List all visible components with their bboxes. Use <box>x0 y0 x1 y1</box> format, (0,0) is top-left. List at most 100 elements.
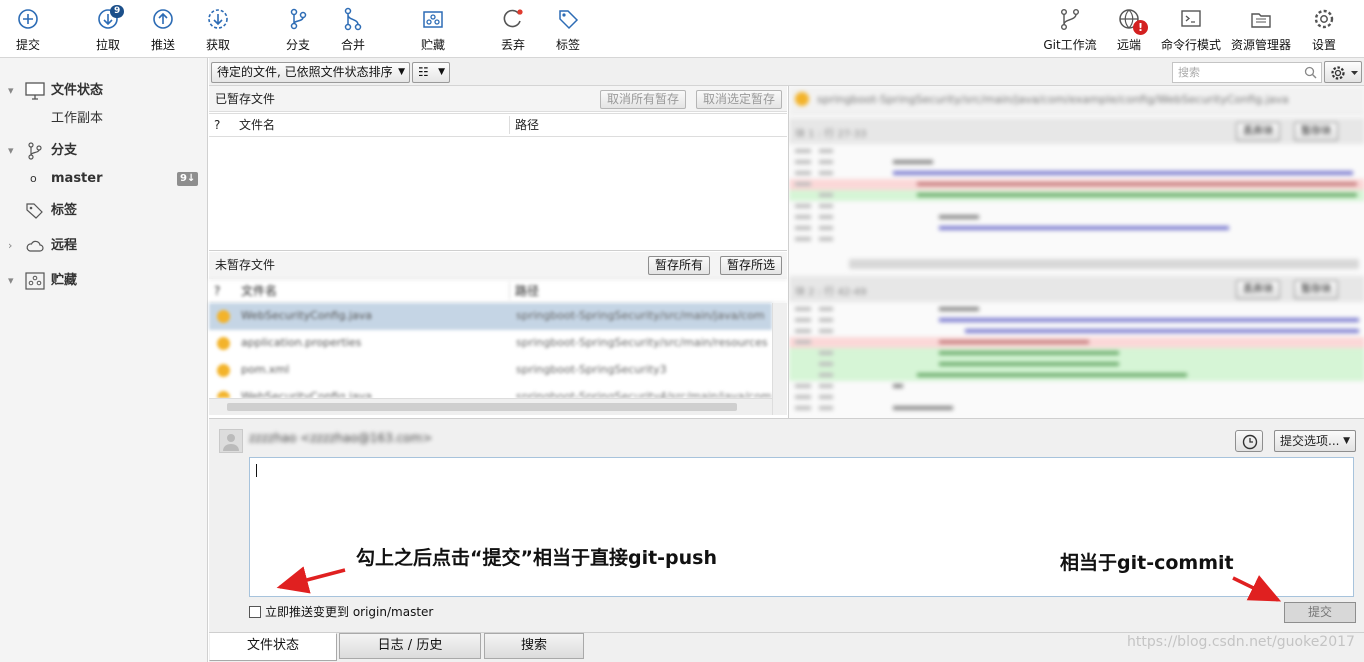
sidebar-item-stashes[interactable]: ▾ 贮藏 <box>0 268 207 294</box>
tag-icon <box>25 202 45 220</box>
git-flow-toolbar-button[interactable]: Git工作流 <box>1036 6 1104 53</box>
sidebar-item-tags[interactable]: 标签 <box>0 198 207 224</box>
sidebar-item-label: 标签 <box>51 203 78 218</box>
sidebar-item-label: 分支 <box>51 143 78 158</box>
pull-toolbar-label: 拉取 <box>95 38 120 52</box>
staged-files-list[interactable] <box>209 137 787 251</box>
col-flag[interactable]: ? <box>214 280 220 302</box>
folder-icon <box>1248 6 1274 32</box>
diff-file-path: springboot-SpringSecurity/src/main/java/… <box>817 93 1289 106</box>
column-divider[interactable] <box>509 116 510 134</box>
view-mode-select[interactable]: ☷ ▼ <box>412 62 450 83</box>
col-filename[interactable]: 文件名 <box>239 114 275 136</box>
stage-all-button[interactable]: 暂存所有 <box>648 256 711 275</box>
plus-circle-icon <box>15 6 41 32</box>
file-path: springboot-SpringSecurity3 <box>516 363 667 376</box>
fetch-arrow-icon <box>205 6 231 32</box>
remote-alert-badge: ! <box>1133 20 1148 35</box>
sourcetree-window: 提交 9 拉取 推送 获取 分支 合并 贮藏 丢弃 标签 Git工作流 ! 远端… <box>0 0 1364 662</box>
unstage-selected-button[interactable]: 取消选定暂存 <box>696 90 783 109</box>
scrollbar-thumb[interactable] <box>227 403 737 411</box>
sidebar-item-master[interactable]: o master 9↓ <box>0 166 207 192</box>
list-item[interactable]: pom.xml springboot-SpringSecurity3 <box>209 357 772 384</box>
explorer-toolbar-label: 资源管理器 <box>1230 38 1291 52</box>
branch-toolbar-button[interactable]: 分支 <box>270 6 326 53</box>
merge-toolbar-button[interactable]: 合并 <box>325 6 381 53</box>
discard-hunk-button[interactable]: 丢弃块 <box>1236 122 1280 141</box>
push-toolbar-button[interactable]: 推送 <box>135 6 191 53</box>
vertical-scrollbar[interactable] <box>772 303 787 415</box>
checkbox-box[interactable] <box>249 606 261 618</box>
stage-hunk-button[interactable]: 暂存块 <box>1294 280 1338 299</box>
commit-toolbar-button[interactable]: 提交 <box>0 6 56 53</box>
remote-toolbar-button[interactable]: ! 远端 <box>1101 6 1157 53</box>
history-button[interactable] <box>1235 430 1263 452</box>
search-input[interactable]: 搜索 <box>1172 62 1322 83</box>
explorer-toolbar-button[interactable]: 资源管理器 <box>1227 6 1295 53</box>
sidebar: ▾ 文件状态 工作副本 ▾ 分支 o master 9↓ 标签 › 远程 ▾ 贮… <box>0 58 208 662</box>
remote-toolbar-label: 远端 <box>1116 38 1141 52</box>
hunk-label: 块 1 : 行 27-33 <box>795 129 867 140</box>
sidebar-item-label: 工作副本 <box>51 111 104 126</box>
merge-toolbar-label: 合并 <box>340 38 365 52</box>
col-path[interactable]: 路径 <box>515 280 539 302</box>
commit-options-select[interactable]: 提交选项... ▼ <box>1274 430 1356 452</box>
push-immediately-checkbox[interactable]: 立即推送变更到 origin/master <box>249 605 433 619</box>
list-item[interactable]: WebSecurityConfig.java springboot-Spring… <box>209 303 772 330</box>
annotation-commit-note: 相当于git-commit <box>1060 552 1234 574</box>
file-name: pom.xml <box>241 363 290 376</box>
sidebar-item-branches[interactable]: ▾ 分支 <box>0 138 207 164</box>
sidebar-item-remotes[interactable]: › 远程 <box>0 233 207 259</box>
list-item[interactable]: application.properties springboot-Spring… <box>209 330 772 357</box>
staged-files-title: 已暂存文件 <box>215 92 276 106</box>
fetch-toolbar-button[interactable]: 获取 <box>190 6 246 53</box>
chevron-down-icon: ▼ <box>398 67 405 77</box>
chevron-right-icon: › <box>8 239 13 252</box>
chevron-down-icon: ▼ <box>1343 436 1350 446</box>
cloud-icon <box>25 237 45 255</box>
terminal-toolbar-button[interactable]: 命令行模式 <box>1157 6 1225 53</box>
options-gear-button[interactable] <box>1324 61 1362 83</box>
file-path: springboot-SpringSecurity/src/main/java/… <box>516 309 765 322</box>
discard-hunk-button[interactable]: 丢弃块 <box>1236 280 1280 299</box>
sort-select[interactable]: 待定的文件, 已依照文件状态排序 ▼ <box>211 62 410 83</box>
tab-file-status[interactable]: 文件状态 <box>209 633 337 661</box>
list-item[interactable]: WebSecurityConfig.java springboot-Spring… <box>209 384 772 398</box>
commit-message-input[interactable] <box>249 457 1354 597</box>
clock-icon <box>1242 434 1258 450</box>
file-path: springboot-SpringSecurity4/src/main/java… <box>516 390 772 398</box>
sidebar-item-label: 贮藏 <box>51 273 78 288</box>
stash-toolbar-button[interactable]: 贮藏 <box>405 6 461 53</box>
column-divider[interactable] <box>509 282 510 300</box>
annotation-push-note: 勾上之后点击“提交”相当于直接git-push <box>356 547 718 569</box>
tag-toolbar-button[interactable]: 标签 <box>540 6 596 53</box>
watermark: https://blog.csdn.net/guoke2017 <box>1127 634 1355 650</box>
file-name: WebSecurityConfig.java <box>241 309 372 322</box>
settings-toolbar-button[interactable]: 设置 <box>1296 6 1352 53</box>
commit-area: zzzzhao <zzzzhao@163.com> 提交选项... ▼ 立即推送… <box>209 418 1364 632</box>
push-immediately-label: 立即推送变更到 origin/master <box>265 605 434 619</box>
staged-files-header: 已暂存文件 取消所有暂存 取消选定暂存 <box>209 86 787 112</box>
col-filename[interactable]: 文件名 <box>241 280 277 302</box>
pull-toolbar-button[interactable]: 9 拉取 <box>80 5 136 53</box>
horizontal-scrollbar[interactable] <box>209 398 772 415</box>
discard-toolbar-button[interactable]: 丢弃 <box>485 6 541 53</box>
tab-search[interactable]: 搜索 <box>484 633 584 659</box>
commit-button[interactable]: 提交 <box>1284 602 1356 623</box>
hunk-label: 块 2 : 行 42-49 <box>795 287 867 298</box>
col-flag[interactable]: ? <box>214 114 220 136</box>
stage-selected-button[interactable]: 暂存所选 <box>720 256 783 275</box>
sidebar-item-file-status[interactable]: ▾ 文件状态 <box>0 78 207 104</box>
stash-toolbar-label: 贮藏 <box>420 38 445 52</box>
tab-log-history[interactable]: 日志 / 历史 <box>339 633 481 659</box>
stage-hunk-button[interactable]: 暂存块 <box>1294 122 1338 141</box>
pull-count-badge: 9 <box>110 5 125 18</box>
unstage-all-button[interactable]: 取消所有暂存 <box>600 90 687 109</box>
current-branch-icon: o <box>30 172 37 185</box>
avatar <box>219 429 243 453</box>
col-path[interactable]: 路径 <box>515 114 539 136</box>
unstaged-column-header: ? 文件名 路径 <box>209 279 787 303</box>
file-filter-bar: 待定的文件, 已依照文件状态排序 ▼ ☷ ▼ 搜索 <box>209 58 1364 86</box>
sidebar-item-working-copy[interactable]: 工作副本 <box>0 106 207 132</box>
diff-hscrollbar[interactable] <box>849 259 1359 269</box>
